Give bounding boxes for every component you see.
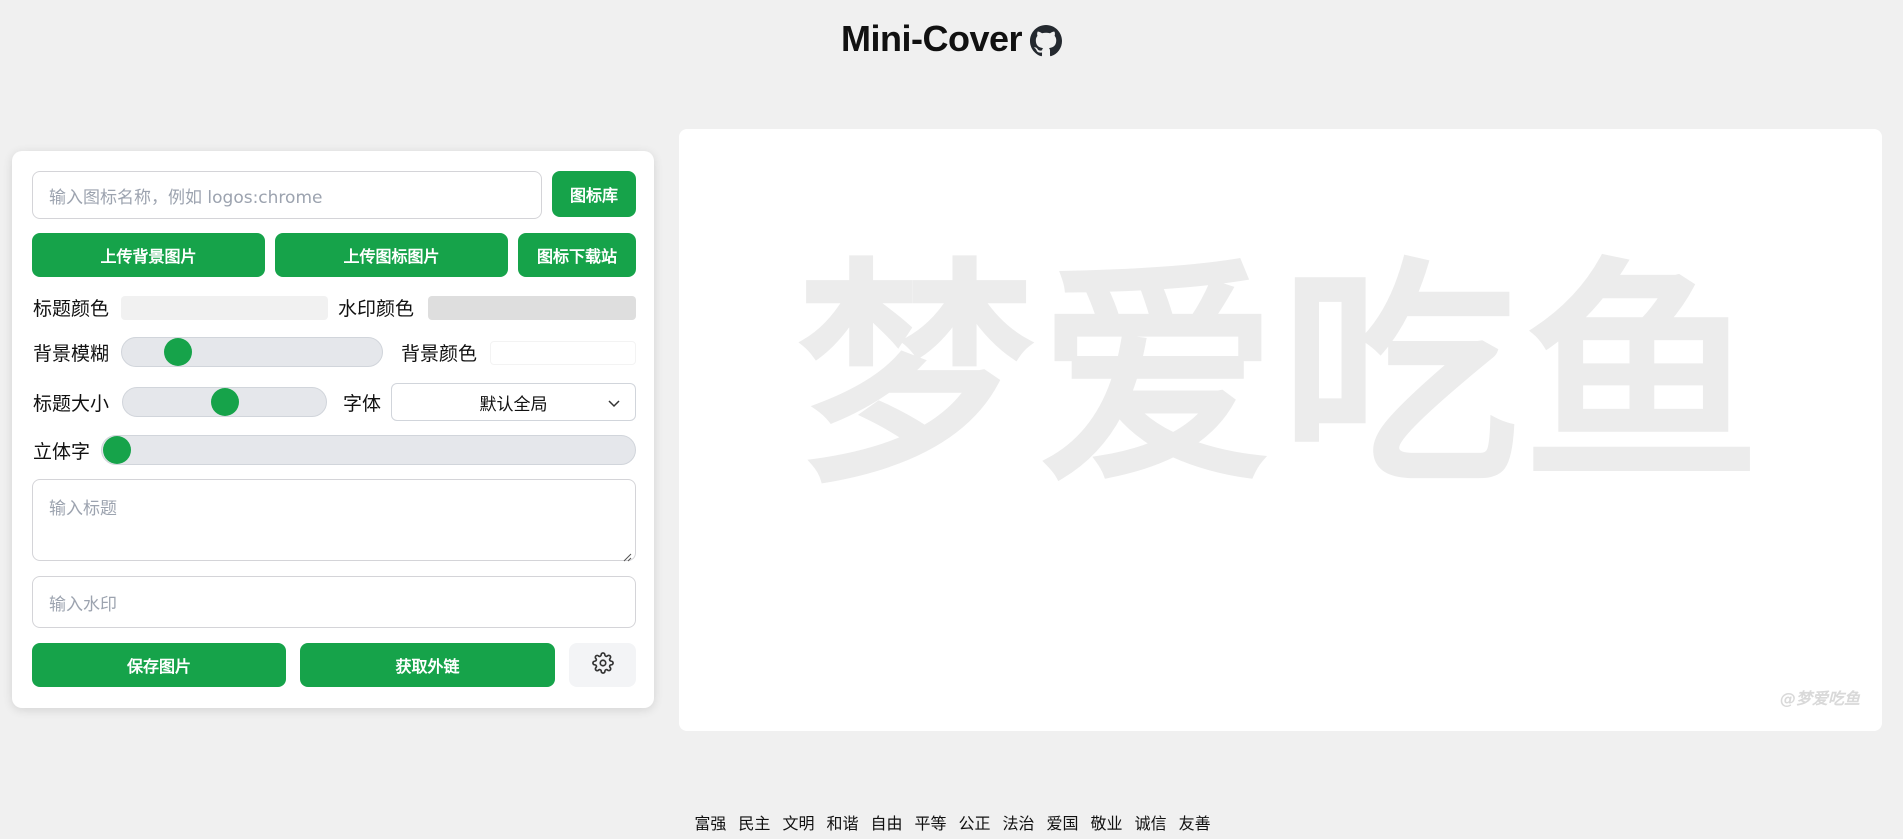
footer-value: 和谐	[826, 814, 859, 833]
footer-value: 法治	[1002, 814, 1035, 833]
app-title: Mini-Cover	[840, 18, 1023, 59]
three-d-text-label: 立体字	[33, 440, 91, 463]
background-blur-label: 背景模糊	[33, 342, 110, 365]
title-size-label: 标题大小	[33, 392, 110, 415]
icon-download-button[interactable]: 图标下载站	[518, 233, 636, 277]
font-label: 字体	[343, 392, 382, 415]
app-header: Mini-Cover	[0, 18, 1903, 60]
title-textarea-placeholder: 输入标题	[49, 499, 117, 519]
title-color-picker[interactable]	[121, 296, 328, 320]
three-d-text-thumb[interactable]	[103, 436, 131, 464]
chevron-down-icon	[607, 395, 621, 409]
preview-title: 梦爱吃鱼	[796, 239, 1765, 516]
footer-value: 自由	[870, 814, 903, 833]
footer-value: 平等	[914, 814, 947, 833]
control-panel: 输入图标名称，例如 logos:chrome 图标库 上传背景图片 上传图标图片…	[12, 151, 654, 708]
footer-values: 富强 民主 文明 和谐 自由 平等 公正 法治 爱国 敬业 诚信 友善	[0, 810, 1903, 834]
watermark-input[interactable]: 输入水印	[32, 576, 636, 628]
watermark-color-picker[interactable]	[428, 296, 636, 320]
footer-value: 敬业	[1090, 814, 1123, 833]
title-size-slider[interactable]	[122, 387, 327, 417]
watermark-color-label: 水印颜色	[338, 297, 415, 320]
background-color-label: 背景颜色	[401, 342, 478, 365]
footer-value: 友善	[1178, 814, 1211, 833]
background-color-picker[interactable]	[490, 341, 636, 365]
three-d-text-slider[interactable]	[101, 435, 636, 465]
cover-preview: 梦爱吃鱼 @梦爱吃鱼	[679, 129, 1882, 731]
font-select[interactable]: 默认全局	[391, 383, 636, 421]
save-image-button[interactable]: 保存图片	[32, 643, 286, 687]
icon-search-placeholder: 输入图标名称，例如 logos:chrome	[49, 187, 323, 208]
background-blur-slider[interactable]	[121, 337, 383, 367]
title-size-thumb[interactable]	[210, 388, 239, 416]
footer-value: 文明	[782, 814, 815, 833]
icon-library-button[interactable]: 图标库	[552, 171, 636, 217]
font-selected-value: 默认全局	[479, 394, 548, 415]
preview-watermark: @梦爱吃鱼	[1779, 689, 1860, 708]
gear-icon	[591, 652, 614, 678]
settings-button[interactable]	[569, 643, 636, 687]
resize-handle-icon[interactable]	[622, 547, 632, 562]
title-color-label: 标题颜色	[33, 297, 110, 320]
upload-icon-button[interactable]: 上传图标图片	[275, 233, 508, 277]
footer-value: 民主	[738, 814, 771, 833]
footer-value: 公正	[958, 814, 991, 833]
footer-value: 爱国	[1046, 814, 1079, 833]
title-textarea[interactable]: 输入标题	[32, 479, 636, 562]
background-blur-thumb[interactable]	[164, 338, 193, 366]
github-icon[interactable]	[1030, 25, 1062, 57]
get-external-link-button[interactable]: 获取外链	[300, 643, 555, 687]
upload-background-button[interactable]: 上传背景图片	[32, 233, 265, 277]
footer-value: 富强	[694, 814, 727, 833]
footer-value: 诚信	[1134, 814, 1167, 833]
watermark-input-placeholder: 输入水印	[49, 594, 117, 615]
icon-search-input[interactable]: 输入图标名称，例如 logos:chrome	[32, 171, 542, 219]
